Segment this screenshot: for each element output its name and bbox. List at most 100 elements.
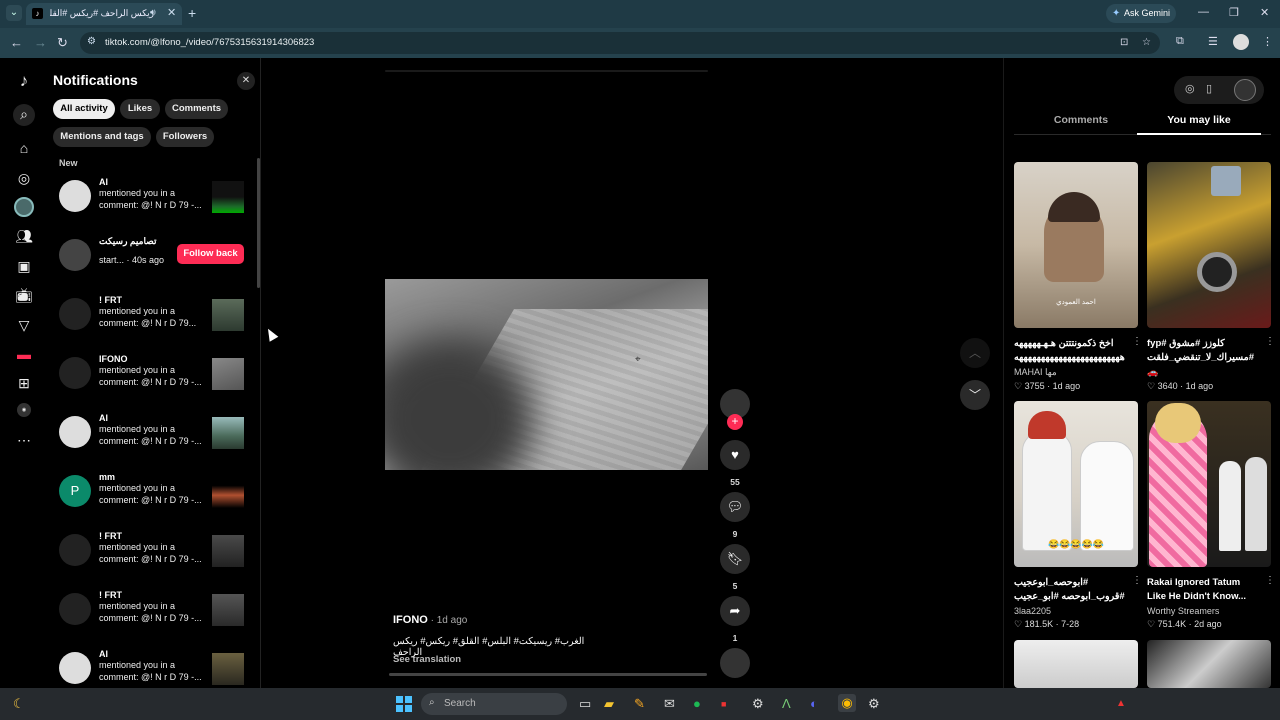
upload-icon[interactable]: ⊞ xyxy=(14,373,34,393)
see-translation-link[interactable]: See translation xyxy=(393,654,461,665)
settings-gear-icon[interactable]: ⚙ xyxy=(752,696,764,712)
author-name[interactable]: IFONO xyxy=(393,614,428,626)
video-thumbnail[interactable] xyxy=(212,535,244,567)
notification-item[interactable]: ! FRT mentioned you in a comment: @! N r… xyxy=(46,590,258,645)
tab-you-may-like[interactable]: You may like xyxy=(1139,114,1259,126)
app-icon-3[interactable]: Λ xyxy=(782,696,791,712)
next-video-chevron-down-icon[interactable]: ﹀ xyxy=(960,380,990,410)
card-author[interactable]: 3laa2205 xyxy=(1014,606,1138,616)
live-icon[interactable]: ▣ xyxy=(14,256,34,276)
previous-video-chevron-up-icon[interactable]: ︿ xyxy=(960,338,990,368)
filter-likes[interactable]: Likes xyxy=(120,99,160,119)
recommended-video-card[interactable]: ⋮ كلوزز #مشوق #fyp #مسيراك_لا_تنقضي_فلقت… xyxy=(1147,162,1275,392)
tab-close-icon[interactable]: ✕ xyxy=(167,6,176,19)
card-author[interactable]: Worthy Streamers xyxy=(1147,606,1271,616)
tab-comments[interactable]: Comments xyxy=(1021,114,1141,126)
video-thumbnail[interactable] xyxy=(1147,162,1271,328)
kebab-menu-icon[interactable]: ⋮ xyxy=(1262,35,1273,48)
url-text[interactable]: tiktok.com/@lfono_/video/767531563191430… xyxy=(105,37,314,48)
profile-icon[interactable]: ◉ xyxy=(17,403,31,417)
media-controls-icon[interactable]: ☰ xyxy=(1208,35,1218,48)
notification-item[interactable]: IFONO mentioned you in a comment: @! N r… xyxy=(46,354,258,409)
follow-back-button[interactable]: Follow back xyxy=(177,244,244,264)
forward-arrow-icon[interactable]: → xyxy=(34,35,47,51)
video-thumbnail[interactable] xyxy=(212,358,244,390)
more-icon[interactable]: ⋯ xyxy=(14,430,34,450)
new-tab-icon[interactable]: + xyxy=(188,5,196,21)
friends-icon[interactable]: 👥︎ xyxy=(14,226,34,246)
tiktok-logo-icon[interactable]: ♪ xyxy=(14,71,34,91)
recommended-video-card-partial[interactable] xyxy=(1147,640,1271,688)
notification-item[interactable]: ! FRT mentioned you in a comment: @! N r… xyxy=(46,295,258,350)
minimize-icon[interactable]: — xyxy=(1198,6,1209,18)
more-options-icon[interactable]: ⋮ xyxy=(1265,575,1275,586)
video-thumbnail[interactable]: احمد العمودي xyxy=(1014,162,1138,328)
start-windows-icon[interactable] xyxy=(396,696,412,712)
window-close-icon[interactable]: ✕ xyxy=(1260,6,1269,19)
live-tv-icon[interactable]: 📺︎ xyxy=(14,285,34,305)
chrome-icon[interactable]: ◉ xyxy=(838,694,856,712)
notification-item[interactable]: Al mentioned you in a comment: @! N r D … xyxy=(46,177,258,232)
inbox-icon[interactable]: ▬ xyxy=(14,344,34,364)
star-icon[interactable]: ☆ xyxy=(1142,37,1151,48)
video-thumbnail[interactable] xyxy=(212,653,244,685)
tab-search-icon[interactable]: ⌄ xyxy=(6,5,22,21)
video-author[interactable]: IFONO · 1d ago xyxy=(393,614,467,626)
discord-icon[interactable]: ◐ xyxy=(810,696,818,712)
video-thumbnail[interactable]: 😂😂😂😂😂 xyxy=(1014,401,1138,567)
video-player[interactable] xyxy=(385,279,708,470)
following-avatar-icon[interactable] xyxy=(14,197,34,217)
tray-icon[interactable]: ▲ xyxy=(1116,696,1126,712)
video-thumbnail[interactable] xyxy=(1147,401,1271,567)
search-icon[interactable]: ⌕ xyxy=(13,104,35,126)
restore-icon[interactable]: ❐ xyxy=(1229,6,1239,19)
task-view-icon[interactable]: ▭ xyxy=(579,696,591,712)
profile-avatar[interactable] xyxy=(1233,34,1249,50)
notification-item[interactable]: ! FRT mentioned you in a comment: @! N r… xyxy=(46,531,258,586)
video-thumbnail[interactable] xyxy=(212,476,244,508)
speaker-icon[interactable]: 🔊︎ xyxy=(150,7,156,18)
more-options-icon[interactable]: ⋮ xyxy=(1265,336,1275,347)
close-icon[interactable]: ✕ xyxy=(237,72,255,90)
weather-moon-icon[interactable]: ☾ xyxy=(13,696,25,712)
messages-icon[interactable]: ▽ xyxy=(14,315,34,335)
filter-mentions-and-tags[interactable]: Mentions and tags xyxy=(53,127,151,147)
app-icon[interactable]: ✎ xyxy=(634,696,645,712)
user-avatar[interactable] xyxy=(1234,79,1256,101)
like-heart-icon[interactable]: ♥ xyxy=(720,440,750,470)
video-thumbnail[interactable] xyxy=(212,594,244,626)
video-thumbnail[interactable] xyxy=(212,417,244,449)
filter-followers[interactable]: Followers xyxy=(156,127,214,147)
extensions-icon[interactable]: ⧉ xyxy=(1176,35,1184,48)
app-icon-4[interactable]: ⚙ xyxy=(868,696,880,712)
notification-item[interactable]: تصاميم رسيكت start... · 40s ago Follow b… xyxy=(46,236,258,291)
video-progress-bar[interactable] xyxy=(389,673,707,676)
card-author[interactable]: 🚗 xyxy=(1147,367,1271,378)
site-info-icon[interactable]: ⚙ xyxy=(87,36,96,47)
share-arrow-icon[interactable]: ➦ xyxy=(720,596,750,626)
app-icon-2[interactable]: ■ xyxy=(721,696,726,712)
bookmark-icon[interactable]: 🔖︎ xyxy=(720,544,750,574)
comment-icon[interactable]: 💬︎ xyxy=(720,492,750,522)
home-icon[interactable]: ⌂ xyxy=(14,138,34,158)
taskbar-search[interactable]: ⌕ Search xyxy=(421,693,567,715)
browser-tab[interactable]: ♪ ريكس الراحف #ريكس #القلق 🔊︎ ✕ xyxy=(26,3,182,25)
spotify-icon[interactable]: ● xyxy=(693,696,701,712)
follow-plus-icon[interactable]: + xyxy=(727,414,743,430)
notification-item[interactable]: Al mentioned you in a comment: @! N r D … xyxy=(46,413,258,468)
compass-icon[interactable]: ◎ xyxy=(1185,82,1195,95)
more-options-icon[interactable]: ⋮ xyxy=(1132,336,1142,347)
ask-gemini-button[interactable]: ✦ Ask Gemini xyxy=(1106,4,1176,23)
mobile-icon[interactable]: ▯ xyxy=(1206,82,1212,95)
mail-icon[interactable]: ✉ xyxy=(664,696,675,712)
explore-icon[interactable]: ◎ xyxy=(14,168,34,188)
recommended-video-card[interactable]: 😂😂😂😂😂 ⋮ #ابوحصه_ابوعجيب #قروب_ابوحصه #اب… xyxy=(1014,401,1142,630)
music-disc-icon[interactable] xyxy=(720,648,750,678)
recommended-video-card-partial[interactable] xyxy=(1014,640,1138,688)
url-field[interactable]: ⚙ tiktok.com/@lfono_/video/7675315631914… xyxy=(80,32,1160,54)
video-thumbnail[interactable] xyxy=(212,181,244,213)
file-explorer-icon[interactable]: ▰ xyxy=(604,696,614,712)
back-arrow-icon[interactable]: ← xyxy=(10,35,23,51)
recommended-video-card[interactable]: احمد العمودي ⋮ اخخ ذكمونتتتن هـهـهههههه … xyxy=(1014,162,1142,392)
filter-all-activity[interactable]: All activity xyxy=(53,99,115,119)
